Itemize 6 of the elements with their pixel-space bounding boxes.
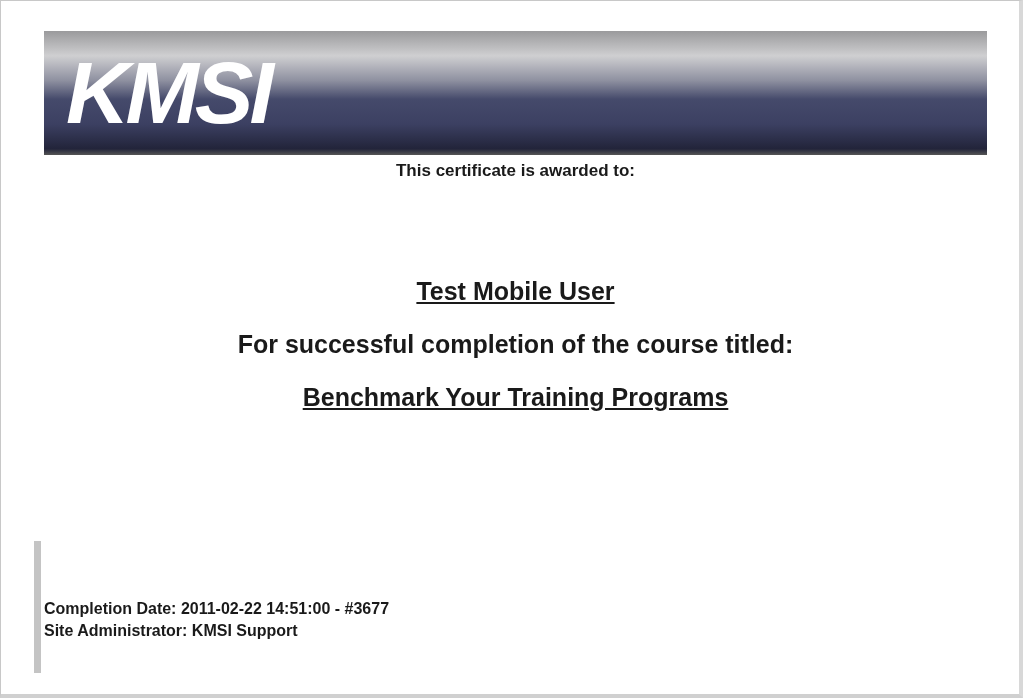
award-intro: This certificate is awarded to:: [395, 161, 636, 181]
course-intro: For successful completion of the course titled:: [237, 330, 794, 359]
completion-date: Completion Date: 2011-02-22 14:51:00 - #3677: [44, 599, 391, 619]
recipient-name: Test Mobile User: [416, 277, 615, 306]
site-administrator: Site Administrator: KMSI Support: [44, 621, 299, 641]
course-title: Benchmark Your Training Programs: [302, 383, 729, 412]
